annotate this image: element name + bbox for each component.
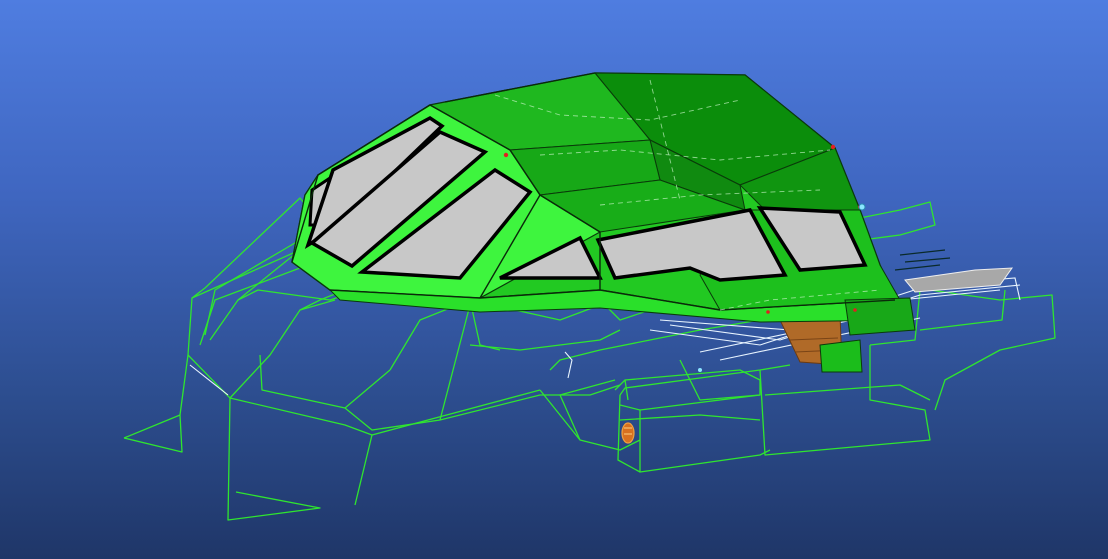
3d-model-scene[interactable] — [0, 0, 1108, 559]
3d-viewport[interactable] — [0, 0, 1108, 559]
navigation-light — [621, 422, 635, 444]
vertex-marker — [698, 368, 702, 372]
deck-panel — [904, 267, 1014, 293]
vertex-marker — [858, 203, 866, 211]
